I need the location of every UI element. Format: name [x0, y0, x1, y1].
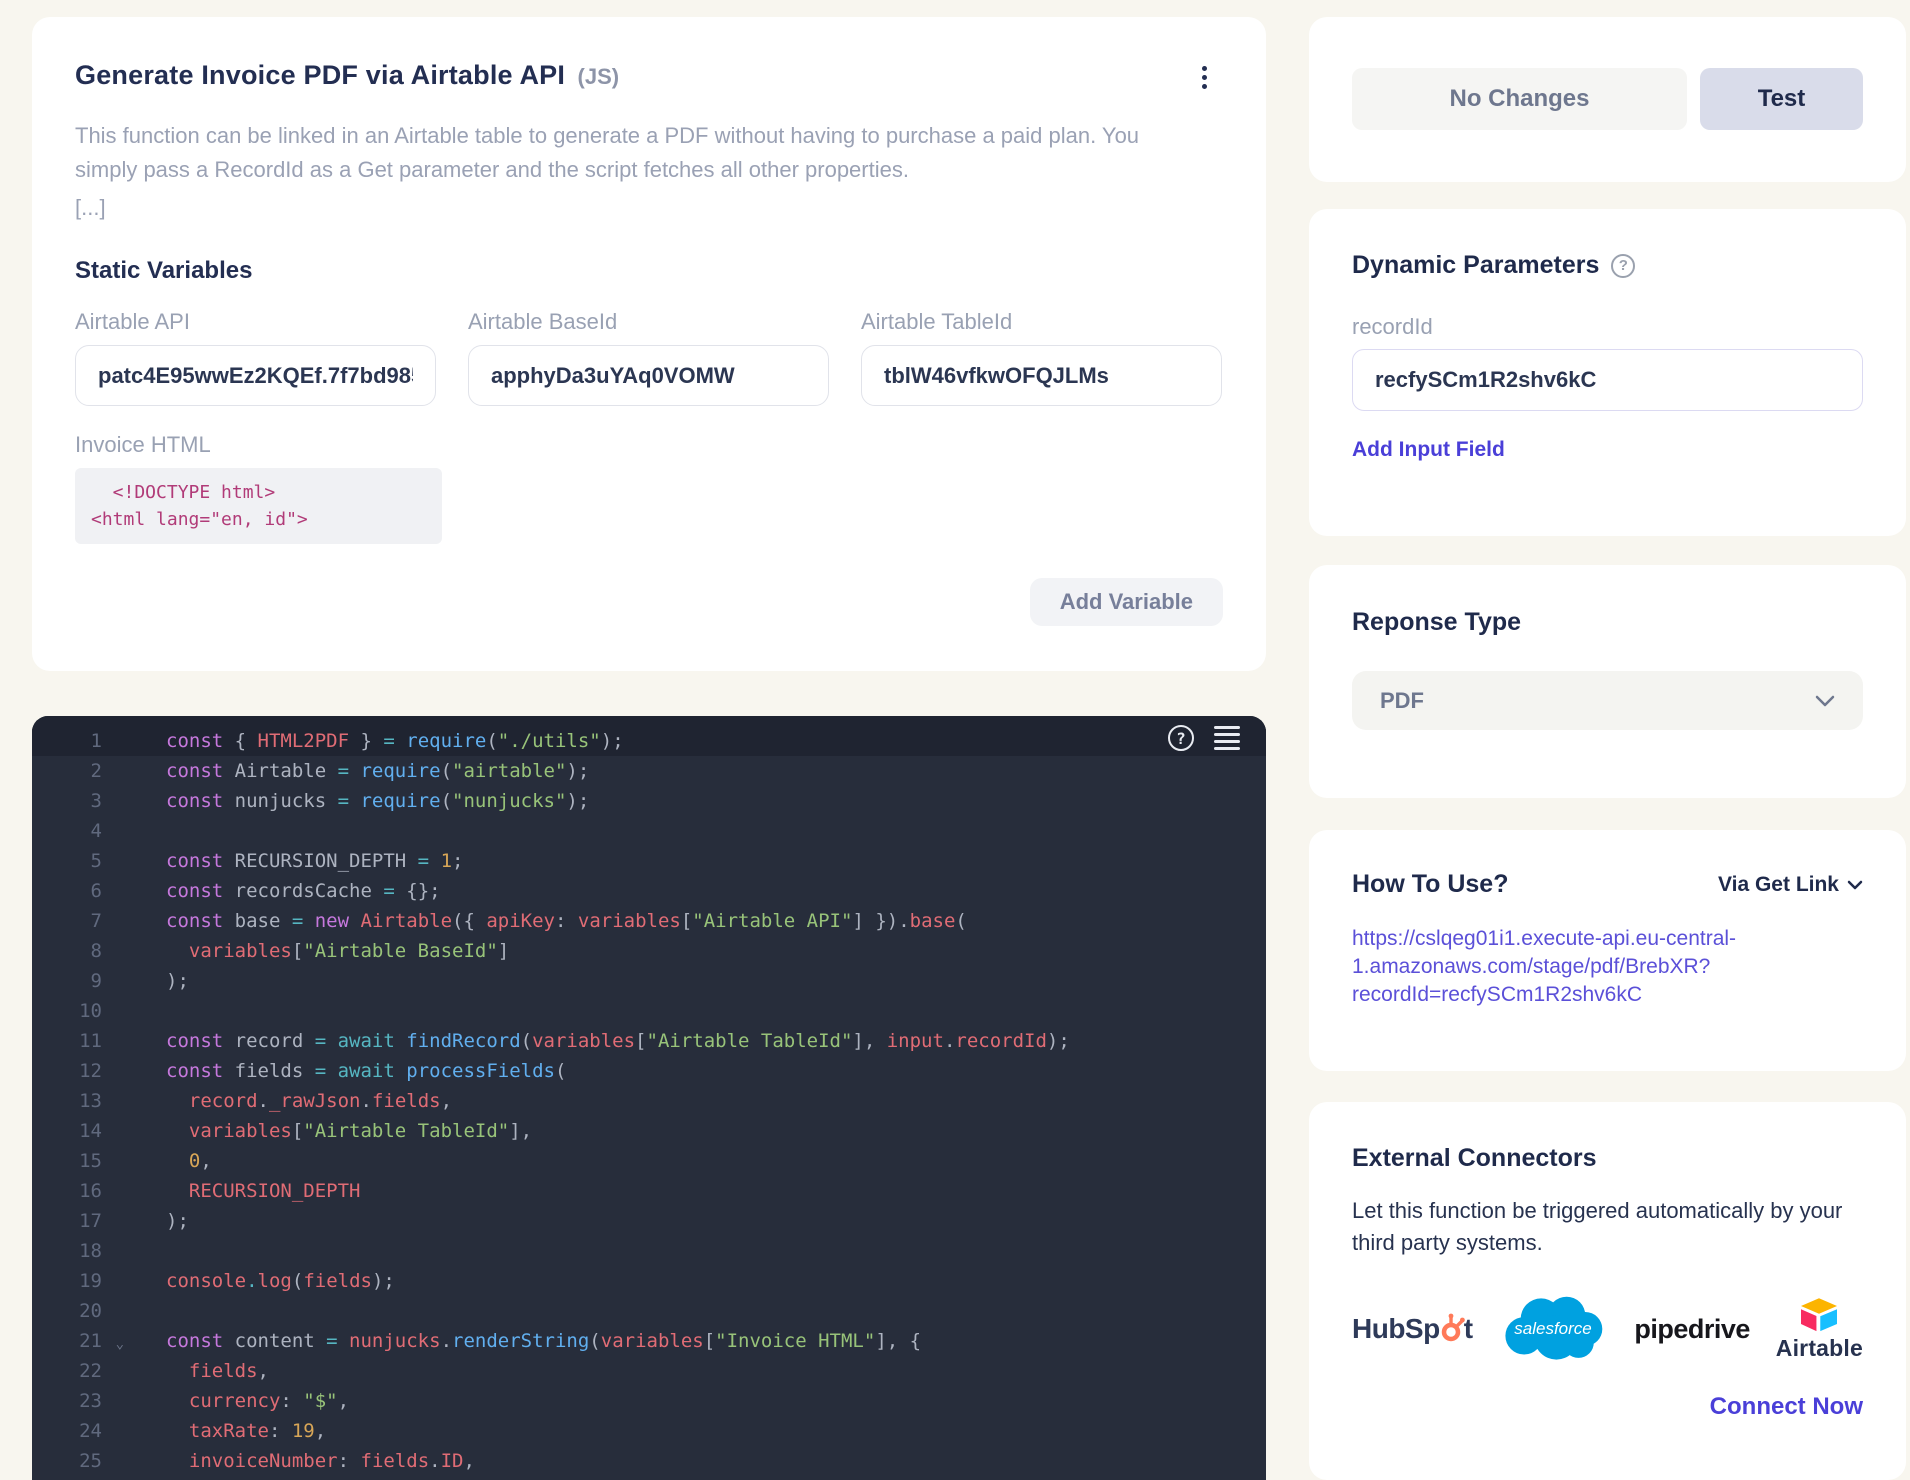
no-changes-button[interactable]: No Changes: [1352, 68, 1687, 130]
actions-card: No Changes Test: [1309, 17, 1906, 182]
code-line[interactable]: 22 fields,: [32, 1356, 1266, 1386]
code-line[interactable]: 21⌄const content = nunjucks.renderString…: [32, 1326, 1266, 1356]
selected-response-type: PDF: [1380, 688, 1424, 714]
response-type-card: Reponse Type PDF: [1309, 565, 1906, 798]
field-label: Airtable BaseId: [468, 309, 829, 335]
code-line[interactable]: 20: [32, 1296, 1266, 1326]
pipedrive-logo: pipedrive: [1634, 1314, 1750, 1345]
static-variables-heading: Static Variables: [75, 257, 1223, 285]
code-line[interactable]: 7const base = new Airtable({ apiKey: var…: [32, 906, 1266, 936]
code-line[interactable]: 9);: [32, 966, 1266, 996]
field-label: Invoice HTML: [75, 432, 1223, 458]
connector-logos: HubSp t s: [1352, 1295, 1863, 1363]
right-sidebar: No Changes Test Dynamic Parameters ? rec…: [1309, 17, 1906, 1480]
field-invoice-html: Invoice HTML <!DOCTYPE html> <html lang=…: [75, 432, 1223, 544]
via-get-link-dropdown[interactable]: Via Get Link: [1718, 873, 1863, 897]
function-description: This function can be linked in an Airtab…: [75, 119, 1205, 187]
chevron-down-icon: [1815, 695, 1835, 707]
hubspot-sprocket-icon: [1439, 1313, 1465, 1343]
how-to-use-card: How To Use? Via Get Link https://cslqeg0…: [1309, 830, 1906, 1071]
recordid-input[interactable]: [1352, 349, 1863, 411]
code-line[interactable]: 16 RECURSION_DEPTH: [32, 1176, 1266, 1206]
external-connectors-card: External Connectors Let this function be…: [1309, 1102, 1906, 1480]
airtable-logo: Airtable: [1776, 1297, 1863, 1362]
invoice-html-preview[interactable]: <!DOCTYPE html> <html lang="en, id">: [75, 468, 442, 544]
code-line[interactable]: 26 createdDate: fields.Invoicedate,: [32, 1476, 1266, 1480]
external-connectors-description: Let this function be triggered automatic…: [1352, 1195, 1863, 1259]
field-airtable-api: Airtable API: [75, 309, 436, 406]
function-title-row: Generate Invoice PDF via Airtable API (J…: [75, 60, 619, 91]
description-ellipsis[interactable]: [...]: [75, 195, 1223, 221]
code-line[interactable]: 19console.log(fields);: [32, 1266, 1266, 1296]
code-line[interactable]: 17);: [32, 1206, 1266, 1236]
field-label: Airtable TableId: [861, 309, 1222, 335]
code-line[interactable]: 24 taxRate: 19,: [32, 1416, 1266, 1446]
svg-text:salesforce: salesforce: [1515, 1319, 1592, 1338]
editor-menu-icon[interactable]: [1214, 726, 1240, 750]
connect-now-link[interactable]: Connect Now: [1710, 1393, 1863, 1421]
code-line[interactable]: 4: [32, 816, 1266, 846]
salesforce-logo: salesforce: [1498, 1295, 1608, 1363]
code-line[interactable]: 1const { HTML2PDF } = require("./utils")…: [32, 726, 1266, 756]
hubspot-text: t: [1464, 1313, 1473, 1345]
field-airtable-tableid: Airtable TableId: [861, 309, 1222, 406]
code-line[interactable]: 12const fields = await processFields(: [32, 1056, 1266, 1086]
airtable-icon: [1797, 1297, 1841, 1333]
function-card: Generate Invoice PDF via Airtable API (J…: [32, 17, 1266, 671]
external-connectors-heading: External Connectors: [1352, 1144, 1863, 1173]
kebab-menu-icon[interactable]: [1192, 60, 1217, 95]
code-line[interactable]: 23 currency: "$",: [32, 1386, 1266, 1416]
code-line[interactable]: 5const RECURSION_DEPTH = 1;: [32, 846, 1266, 876]
static-variables-grid: Airtable API Airtable BaseId Airtable Ta…: [75, 309, 1223, 406]
code-lines[interactable]: 1const { HTML2PDF } = require("./utils")…: [32, 716, 1266, 1480]
code-line[interactable]: 3const nunjucks = require("nunjucks");: [32, 786, 1266, 816]
fold-chevron-icon[interactable]: ⌄: [116, 1329, 124, 1359]
code-line[interactable]: 14 variables["Airtable TableId"],: [32, 1116, 1266, 1146]
field-airtable-baseid: Airtable BaseId: [468, 309, 829, 406]
code-line[interactable]: 18: [32, 1236, 1266, 1266]
code-line[interactable]: 13 record._rawJson.fields,: [32, 1086, 1266, 1116]
get-request-url[interactable]: https://cslqeg01i1.execute-api.eu-centra…: [1352, 925, 1863, 1009]
add-input-field-link[interactable]: Add Input Field: [1352, 438, 1505, 462]
airtable-baseid-input[interactable]: [468, 345, 829, 406]
field-label: Airtable API: [75, 309, 436, 335]
code-line[interactable]: 10: [32, 996, 1266, 1026]
page: Generate Invoice PDF via Airtable API (J…: [0, 0, 1910, 1480]
test-button[interactable]: Test: [1700, 68, 1863, 130]
help-icon[interactable]: ?: [1611, 254, 1635, 278]
code-line[interactable]: 6const recordsCache = {};: [32, 876, 1266, 906]
response-type-heading: Reponse Type: [1352, 608, 1863, 637]
airtable-api-input[interactable]: [75, 345, 436, 406]
dynamic-parameters-card: Dynamic Parameters ? recordId Add Input …: [1309, 209, 1906, 536]
code-line[interactable]: 11const record = await findRecord(variab…: [32, 1026, 1266, 1056]
airtable-text: Airtable: [1776, 1335, 1863, 1362]
editor-help-icon[interactable]: ?: [1168, 725, 1194, 751]
via-get-link-label: Via Get Link: [1718, 873, 1839, 897]
add-variable-button[interactable]: Add Variable: [1030, 578, 1223, 626]
page-title: Generate Invoice PDF via Airtable API: [75, 60, 565, 90]
how-to-use-heading: How To Use?: [1352, 870, 1508, 899]
code-line[interactable]: 8 variables["Airtable BaseId"]: [32, 936, 1266, 966]
chevron-down-icon: [1847, 880, 1863, 890]
language-tag: (JS): [578, 64, 620, 89]
response-type-select[interactable]: PDF: [1352, 671, 1863, 730]
dynamic-parameters-heading: Dynamic Parameters: [1352, 251, 1599, 280]
code-line[interactable]: 25 invoiceNumber: fields.ID,: [32, 1446, 1266, 1476]
hubspot-text: HubSp: [1352, 1313, 1440, 1345]
code-line[interactable]: 15 0,: [32, 1146, 1266, 1176]
recordid-label: recordId: [1352, 314, 1863, 340]
code-editor[interactable]: 1const { HTML2PDF } = require("./utils")…: [32, 716, 1266, 1480]
hubspot-logo: HubSp t: [1352, 1313, 1473, 1345]
code-line[interactable]: 2const Airtable = require("airtable");: [32, 756, 1266, 786]
airtable-tableid-input[interactable]: [861, 345, 1222, 406]
